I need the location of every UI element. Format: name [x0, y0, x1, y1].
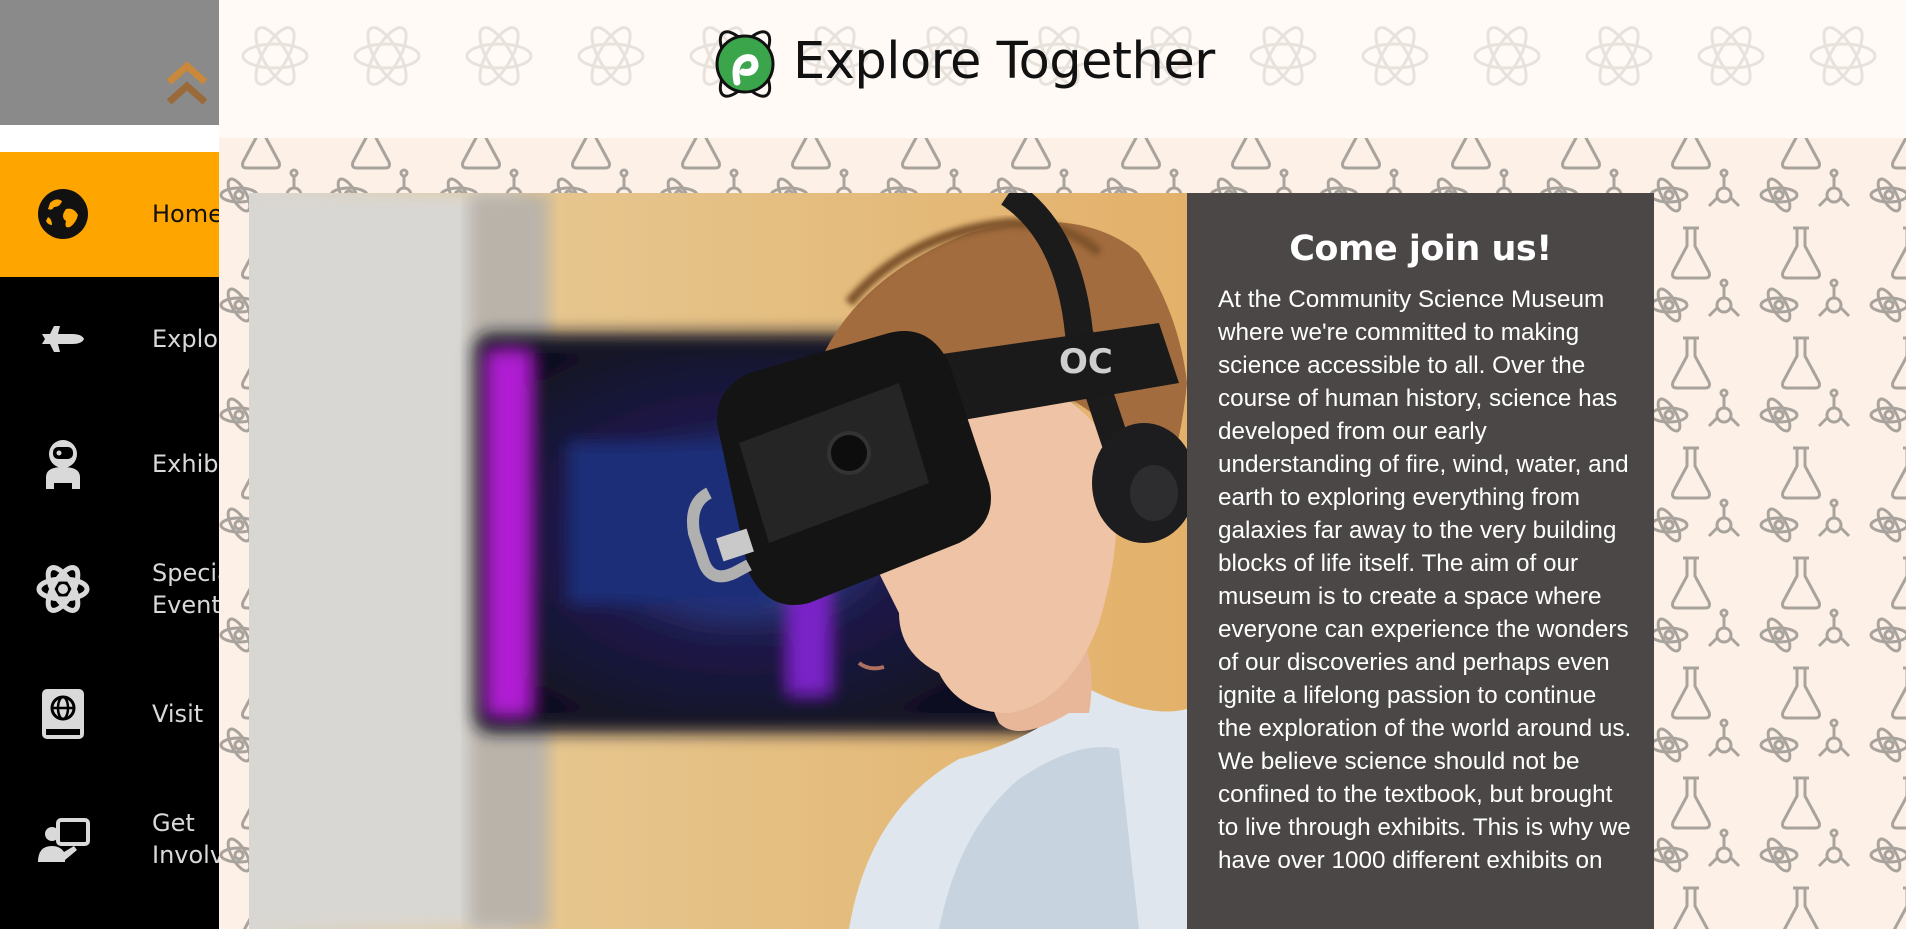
astronaut-icon — [46, 440, 80, 489]
site-title: Explore Together — [793, 32, 1215, 91]
sidebar-item-label: Explore — [152, 324, 219, 353]
sidebar-item-home[interactable]: Home — [0, 152, 219, 277]
space-shuttle-icon — [42, 326, 84, 352]
sidebar-item-exhibits[interactable]: Exhibits — [0, 402, 219, 527]
hero-image: OC — [249, 193, 1187, 929]
sidebar-item-label: Exhibits — [152, 449, 219, 478]
sidebar-header — [0, 0, 219, 125]
intro-text: At the Community Science Museum where we… — [1218, 286, 1632, 874]
globe-book-icon — [42, 689, 84, 739]
sidebar-divider — [0, 125, 219, 152]
user-presentation-icon — [38, 818, 90, 862]
sidebar-nav: Home Explore Exhibits Special Events — [0, 152, 219, 929]
svg-text:OC: OC — [1059, 342, 1113, 382]
sidebar-item-label: Special Events — [152, 559, 219, 619]
sidebar-item-label: Home — [152, 199, 219, 228]
site-header: Explore Together — [219, 0, 1906, 138]
chevron-up-icon[interactable] — [165, 56, 209, 112]
sidebar-item-explore[interactable]: Explore — [0, 277, 219, 402]
globe-icon — [38, 189, 88, 239]
logo-icon[interactable] — [705, 20, 787, 108]
vr-headset-photo: OC — [249, 193, 1187, 929]
atom-icon — [36, 565, 90, 613]
sidebar-item-label: Get Involved — [152, 809, 219, 869]
sidebar-item-special-events[interactable]: Special Events — [0, 527, 219, 652]
sidebar-item-get-involved[interactable]: Get Involved — [0, 777, 219, 902]
sidebar-item-label: Visit — [152, 699, 204, 728]
sidebar-item-visit[interactable]: Visit — [0, 652, 219, 777]
intro-panel: Come join us! At the Community Science M… — [1187, 193, 1654, 929]
intro-heading: Come join us! — [1289, 229, 1552, 269]
